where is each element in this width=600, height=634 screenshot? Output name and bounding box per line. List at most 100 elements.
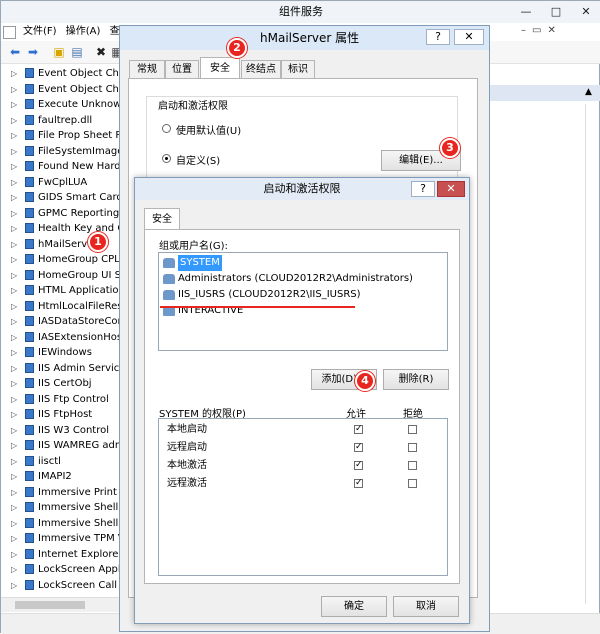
tab-endpoints[interactable]: 终结点 (241, 60, 281, 78)
expand-arrow-icon[interactable]: ▷ (11, 531, 17, 546)
tree-item[interactable]: ▷ LockScreen Call Broke (1, 578, 119, 594)
deny-checkbox[interactable] (408, 461, 417, 470)
expand-arrow-icon[interactable]: ▷ (11, 221, 17, 236)
tree-item[interactable]: ▷ LockScreen Applicati (1, 562, 119, 578)
scroll-thumb[interactable] (15, 601, 85, 609)
tree-horizontal-scrollbar[interactable] (1, 597, 119, 612)
tree-item[interactable]: ▷ IIS W3 Control (1, 423, 119, 439)
tree-item[interactable]: ▷ HomeGroup CPL A (1, 252, 119, 268)
tree-item[interactable]: ▷ IMAPI2 (1, 469, 119, 485)
expand-arrow-icon[interactable]: ▷ (11, 485, 17, 500)
expand-arrow-icon[interactable]: ▷ (11, 438, 17, 453)
allow-checkbox[interactable]: ✓ (354, 443, 363, 452)
tab-general[interactable]: 常规 (129, 60, 165, 78)
inner-window-controls[interactable]: –▭✕ (521, 25, 599, 39)
tree-item[interactable]: ▷ Immersive Shell (1, 500, 119, 516)
tree-item[interactable]: ▷ HtmlLocalFileReso (1, 299, 119, 315)
tree-item[interactable]: ▷ Internet Explorer A (1, 547, 119, 563)
tree-item[interactable]: ▷ IASDataStoreCom (1, 314, 119, 330)
tab-identity[interactable]: 标识 (281, 60, 315, 78)
tree-item[interactable]: ▷ faultrep.dll (1, 113, 119, 129)
expand-arrow-icon[interactable]: ▷ (11, 516, 17, 531)
expand-arrow-icon[interactable]: ▷ (11, 66, 17, 81)
tree-item[interactable]: ▷ HomeGroup UI St (1, 268, 119, 284)
deny-checkbox[interactable] (408, 425, 417, 434)
cancel-button[interactable]: 取消 (393, 596, 459, 617)
forward-icon[interactable]: ➡ (25, 44, 41, 60)
expand-arrow-icon[interactable]: ▷ (11, 578, 17, 593)
collapse-up-icon[interactable]: ▲ (585, 87, 592, 97)
deny-checkbox[interactable] (408, 443, 417, 452)
expand-arrow-icon[interactable]: ▷ (11, 547, 17, 562)
tree-item[interactable]: ▷ Immersive TPM Vi (1, 531, 119, 547)
tree-item[interactable]: ▷ IIS Ftp Control (1, 392, 119, 408)
expand-arrow-icon[interactable]: ▷ (11, 500, 17, 515)
allow-checkbox[interactable]: ✓ (354, 479, 363, 488)
expand-arrow-icon[interactable]: ▷ (11, 392, 17, 407)
maximize-button[interactable]: □ (546, 3, 566, 21)
tree-item[interactable]: ▷ Event Object Chan (1, 82, 119, 98)
expand-arrow-icon[interactable]: ▷ (11, 82, 17, 97)
right-scrollbar[interactable] (585, 104, 598, 604)
tab-security[interactable]: 安全 (200, 57, 240, 79)
expand-arrow-icon[interactable]: ▷ (11, 159, 17, 174)
expand-arrow-icon[interactable]: ▷ (11, 407, 17, 422)
expand-arrow-icon[interactable]: ▷ (11, 144, 17, 159)
expand-arrow-icon[interactable]: ▷ (11, 252, 17, 267)
tree-item[interactable]: ▷ Immersive Shell B (1, 516, 119, 532)
close-button[interactable]: ✕ (576, 3, 596, 21)
remove-button[interactable]: 删除(R) (383, 369, 449, 390)
expand-arrow-icon[interactable]: ▷ (11, 330, 17, 345)
tree-item[interactable]: ▷ File Prop Sheet Pa (1, 128, 119, 144)
minimize-button[interactable]: — (516, 3, 536, 21)
expand-arrow-icon[interactable]: ▷ (11, 423, 17, 438)
tree-item[interactable]: ▷ Immersive Print D (1, 485, 119, 501)
expand-arrow-icon[interactable]: ▷ (11, 299, 17, 314)
expand-arrow-icon[interactable]: ▷ (11, 562, 17, 577)
permissions-close-button[interactable]: ✕ (437, 181, 465, 197)
expand-arrow-icon[interactable]: ▷ (11, 469, 17, 484)
properties-close-button[interactable]: ✕ (454, 29, 484, 45)
expand-arrow-icon[interactable]: ▷ (11, 454, 17, 469)
permissions-help-button[interactable]: ? (411, 181, 435, 197)
users-list[interactable]: SYSTEM Administrators (CLOUD2012R2\Admini… (158, 252, 448, 351)
expand-arrow-icon[interactable]: ▷ (11, 175, 17, 190)
expand-arrow-icon[interactable]: ▷ (11, 128, 17, 143)
deny-checkbox[interactable] (408, 479, 417, 488)
back-icon[interactable]: ⬅ (7, 44, 23, 60)
expand-arrow-icon[interactable]: ▷ (11, 97, 17, 112)
allow-checkbox[interactable]: ✓ (354, 425, 363, 434)
ok-button[interactable]: 确定 (321, 596, 387, 617)
tree-item[interactable]: ▷ Execute Unknown (1, 97, 119, 113)
tree-item[interactable]: ▷ HTML Application (1, 283, 119, 299)
expand-arrow-icon[interactable]: ▷ (11, 345, 17, 360)
tree-item[interactable]: ▷ Found New Hardw (1, 159, 119, 175)
expand-arrow-icon[interactable]: ▷ (11, 376, 17, 391)
tree-item[interactable]: ▷ FwCplLUA (1, 175, 119, 191)
tree-item[interactable]: ▷ IEWindows (1, 345, 119, 361)
tree-item[interactable]: ▷ Event Object Chan (1, 66, 119, 82)
tab-permissions-security[interactable]: 安全 (144, 208, 180, 230)
tree-item[interactable]: ▷ IASExtensionHost (1, 330, 119, 346)
expand-arrow-icon[interactable]: ▷ (11, 113, 17, 128)
tree-item[interactable]: ▷ IIS WAMREG adm (1, 438, 119, 454)
tree-item[interactable]: ▷ IIS CertObj (1, 376, 119, 392)
delete-icon[interactable]: ✖ (93, 44, 109, 60)
expand-arrow-icon[interactable]: ▷ (11, 190, 17, 205)
list-icon[interactable]: ▤ (69, 44, 85, 60)
tab-location[interactable]: 位置 (165, 60, 199, 78)
expand-arrow-icon[interactable]: ▷ (11, 206, 17, 221)
expand-arrow-icon[interactable]: ▷ (11, 314, 17, 329)
tree-item[interactable]: ▷ IIS FtpHost (1, 407, 119, 423)
tree-item[interactable]: ▷ iisctl (1, 454, 119, 470)
help-button[interactable]: ? (426, 29, 450, 45)
tree-item[interactable]: ▷ IIS Admin Service (1, 361, 119, 377)
expand-arrow-icon[interactable]: ▷ (11, 361, 17, 376)
tree-item[interactable]: ▷ GIDS Smart Card (1, 190, 119, 206)
folder-icon[interactable]: ▣ (51, 44, 67, 60)
menu-action[interactable]: 操作(A) (66, 23, 101, 41)
tree-item[interactable]: ▷ FileSystemImage (1, 144, 119, 160)
expand-arrow-icon[interactable]: ▷ (11, 283, 17, 298)
allow-checkbox[interactable]: ✓ (354, 461, 363, 470)
expand-arrow-icon[interactable]: ▷ (11, 237, 17, 252)
